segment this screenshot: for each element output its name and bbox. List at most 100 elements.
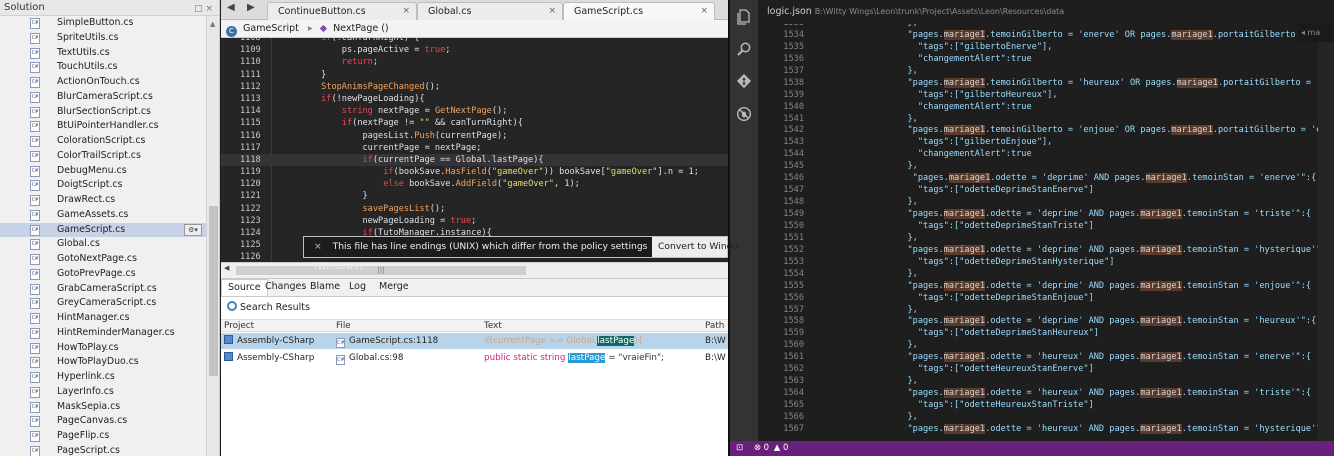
json-line[interactable]: 1563 }, bbox=[758, 376, 1318, 388]
json-line[interactable]: 1561 "pages.mariage1.odette = 'heureux' … bbox=[758, 352, 1318, 364]
tree-item[interactable]: C# GreyCameraScript.cs bbox=[0, 296, 219, 311]
tree-item[interactable]: C# GotoNextPage.cs bbox=[0, 252, 219, 267]
code-line[interactable]: 1119 if(bookSave.HasField("gameOver")) b… bbox=[221, 166, 728, 178]
status-icon[interactable]: ⊡ bbox=[736, 443, 743, 453]
tree-item[interactable]: C# PageFlip.cs bbox=[0, 429, 219, 444]
json-line[interactable]: 1567 "pages.mariage1.odette = 'heureux' … bbox=[758, 423, 1318, 436]
warning-count[interactable]: ▲ 0 bbox=[774, 443, 789, 453]
column-project[interactable]: Project bbox=[224, 320, 254, 332]
tab-merge[interactable]: Merge bbox=[373, 279, 415, 296]
json-line[interactable]: 1546 "pages.mariage1.odette = 'deprime' … bbox=[758, 173, 1318, 185]
column-path[interactable]: Path bbox=[705, 320, 724, 332]
result-row[interactable]: Assembly-CSharp C# GameScript.cs:1118 if(… bbox=[221, 333, 728, 349]
tree-item[interactable]: C# TextUtils.cs bbox=[0, 46, 219, 61]
json-line[interactable]: 1566 }, bbox=[758, 412, 1318, 424]
json-line[interactable]: 1560 }, bbox=[758, 340, 1318, 352]
tree-item[interactable]: C# GrabCameraScript.cs bbox=[0, 282, 219, 297]
json-line[interactable]: 1534 "pages.mariage1.temoinGilberto = 'e… bbox=[758, 29, 1318, 42]
tab-log[interactable]: Log bbox=[343, 279, 372, 296]
tree-item[interactable]: C# GameAssets.cs bbox=[0, 208, 219, 223]
tree-item[interactable]: C# HintReminderManager.cs bbox=[0, 326, 219, 341]
tree-item[interactable]: C# BlurCameraScript.cs bbox=[0, 90, 219, 105]
json-line[interactable]: 1536 "changementAlert":true bbox=[758, 54, 1318, 66]
json-line[interactable]: 1554 }, bbox=[758, 269, 1318, 281]
json-line[interactable]: 1551 }, bbox=[758, 233, 1318, 245]
tree-item[interactable]: C# DrawRect.cs bbox=[0, 193, 219, 208]
tree-item[interactable]: C# SpriteUtils.cs bbox=[0, 31, 219, 46]
json-line[interactable]: 1550 "tags":["odetteDeprimeStanTriste"] bbox=[758, 221, 1318, 233]
minimap[interactable] bbox=[1318, 24, 1334, 441]
tree-item[interactable]: C# SimpleButton.cs bbox=[0, 16, 219, 31]
code-line[interactable]: 1118 if(currentPage == Global.lastPage){ bbox=[221, 153, 728, 167]
search-icon[interactable] bbox=[735, 41, 753, 59]
debug-icon[interactable] bbox=[735, 106, 753, 124]
tree-item[interactable]: C# Hyperlink.cs bbox=[0, 370, 219, 385]
code-area[interactable]: 1108 if(!canTurnRight) {1109 ps.pageActi… bbox=[221, 38, 728, 261]
tree-item[interactable]: C# HintManager.cs bbox=[0, 311, 219, 326]
tree-item[interactable]: C# Global.cs bbox=[0, 237, 219, 252]
json-line[interactable]: 1555 "pages.mariage1.odette = 'deprime' … bbox=[758, 280, 1318, 293]
horizontal-scrollbar[interactable]: ◀ ||| bbox=[221, 262, 728, 278]
item-options-button[interactable]: ⚙▾ bbox=[184, 223, 202, 236]
scroll-up-arrow[interactable]: ▲ bbox=[210, 20, 215, 28]
sidebar-scrollbar[interactable]: ▲ bbox=[206, 16, 219, 456]
code-line[interactable]: 1112 StopAnimsPageChanged(); bbox=[221, 81, 728, 93]
code-line[interactable]: 1109 ps.pageActive = true; bbox=[221, 44, 728, 56]
tab-continuebutton[interactable]: ContinueButton.cs × bbox=[267, 2, 417, 20]
result-row[interactable]: Assembly-CSharp C# Global.cs:98 public st… bbox=[221, 350, 728, 366]
tree-item[interactable]: C# ColorTrailScript.cs bbox=[0, 149, 219, 164]
json-line[interactable]: 1565 "tags":["odetteHeureuxStanTriste"] bbox=[758, 400, 1318, 412]
breadcrumb-method[interactable]: NextPage () bbox=[333, 23, 389, 34]
column-text[interactable]: Text bbox=[484, 320, 502, 332]
column-file[interactable]: File bbox=[336, 320, 351, 332]
json-line[interactable]: 1562 "tags":["odetteHeureuxStanEnerve"] bbox=[758, 364, 1318, 376]
tree-item[interactable]: C# PageCanvas.cs bbox=[0, 414, 219, 429]
json-line[interactable]: 1557 }, bbox=[758, 305, 1318, 317]
files-icon[interactable] bbox=[735, 9, 753, 27]
peek-panel[interactable]: ◂ ma bbox=[1297, 24, 1334, 42]
tree-item[interactable]: C# GameScript.cs ⚙▾ bbox=[0, 222, 219, 238]
code-line[interactable]: 1117 currentPage = nextPage; bbox=[221, 142, 728, 154]
code-line[interactable]: 1110 return; bbox=[221, 56, 728, 68]
json-line[interactable]: 1540 "changementAlert":true bbox=[758, 102, 1318, 114]
tree-item[interactable]: C# MaskSepia.cs bbox=[0, 400, 219, 415]
json-line[interactable]: 1553 "tags":["odetteDeprimeStanHysteriqu… bbox=[758, 257, 1318, 269]
json-line[interactable]: 1559 "tags":["odetteDeprimeStanHeureux"] bbox=[758, 328, 1318, 340]
tree-item[interactable]: C# ColorationScript.cs bbox=[0, 134, 219, 149]
json-line[interactable]: 1538 "pages.mariage1.temoinGilberto = 'h… bbox=[758, 77, 1318, 90]
close-icon[interactable]: × bbox=[548, 3, 556, 20]
json-line[interactable]: 1535 "tags":["gilbertoEnerve"], bbox=[758, 42, 1318, 54]
git-icon[interactable] bbox=[735, 73, 753, 91]
tree-item[interactable]: C# TouchUtils.cs bbox=[0, 60, 219, 75]
tree-item[interactable]: C# DoigtScript.cs bbox=[0, 178, 219, 193]
tree-item[interactable]: C# DebugMenu.cs bbox=[0, 164, 219, 179]
json-line[interactable]: 1552 "pages.mariage1.odette = 'deprime' … bbox=[758, 244, 1318, 257]
json-line[interactable]: 1539 "tags":["gilbertoHeureux"], bbox=[758, 90, 1318, 102]
json-line[interactable]: 1537 }, bbox=[758, 66, 1318, 78]
json-line[interactable]: 1549 "pages.mariage1.odette = 'deprime' … bbox=[758, 209, 1318, 221]
convert-to-windows-button[interactable]: Convert to Windo bbox=[654, 237, 738, 257]
tree-item[interactable]: C# LayerInfo.cs bbox=[0, 385, 219, 400]
tree-item[interactable]: C# ActionOnTouch.cs bbox=[0, 75, 219, 90]
tree-item[interactable]: C# BlurSectionScript.cs bbox=[0, 105, 219, 120]
tree-item[interactable]: C# GotoPrevPage.cs bbox=[0, 267, 219, 282]
tree-item[interactable]: C# BtUiPointerHandler.cs bbox=[0, 119, 219, 134]
json-line[interactable]: 1564 "pages.mariage1.odette = 'heureux' … bbox=[758, 388, 1318, 400]
tab-blame[interactable]: Blame bbox=[304, 279, 346, 296]
json-line[interactable]: 1556 "tags":["odetteDeprimeStanEnjoue"] bbox=[758, 293, 1318, 305]
code-line[interactable]: 1114 string nextPage = GetNextPage(); bbox=[221, 105, 728, 117]
tab-gamescript[interactable]: GameScript.cs × bbox=[563, 2, 715, 20]
close-icon[interactable]: × bbox=[314, 241, 322, 252]
json-line[interactable]: 1544 "changementAlert":true bbox=[758, 149, 1318, 161]
code-line[interactable]: 1123 newPageLoading = true; bbox=[221, 215, 728, 227]
json-line[interactable]: 1547 "tags":["odetteDeprimeStanEnerve"] bbox=[758, 185, 1318, 197]
json-line[interactable]: 1543 "tags":["gilbertoEnjoue"], bbox=[758, 137, 1318, 149]
code-line[interactable]: 1122 savePagesList(); bbox=[221, 203, 728, 215]
nav-back-button[interactable]: ◀ bbox=[227, 2, 235, 13]
code-line[interactable]: 1121 } bbox=[221, 190, 728, 202]
json-line[interactable]: 1545 }, bbox=[758, 161, 1318, 173]
json-code-area[interactable]: 1533 },1534 "pages.mariage1.temoinGilber… bbox=[758, 24, 1318, 441]
code-line[interactable]: 1116 pagesList.Push(currentPage); bbox=[221, 130, 728, 142]
tree-item[interactable]: C# HowToPlayDuo.cs bbox=[0, 355, 219, 370]
horizontal-scroll-thumb[interactable]: ||| bbox=[236, 266, 526, 275]
